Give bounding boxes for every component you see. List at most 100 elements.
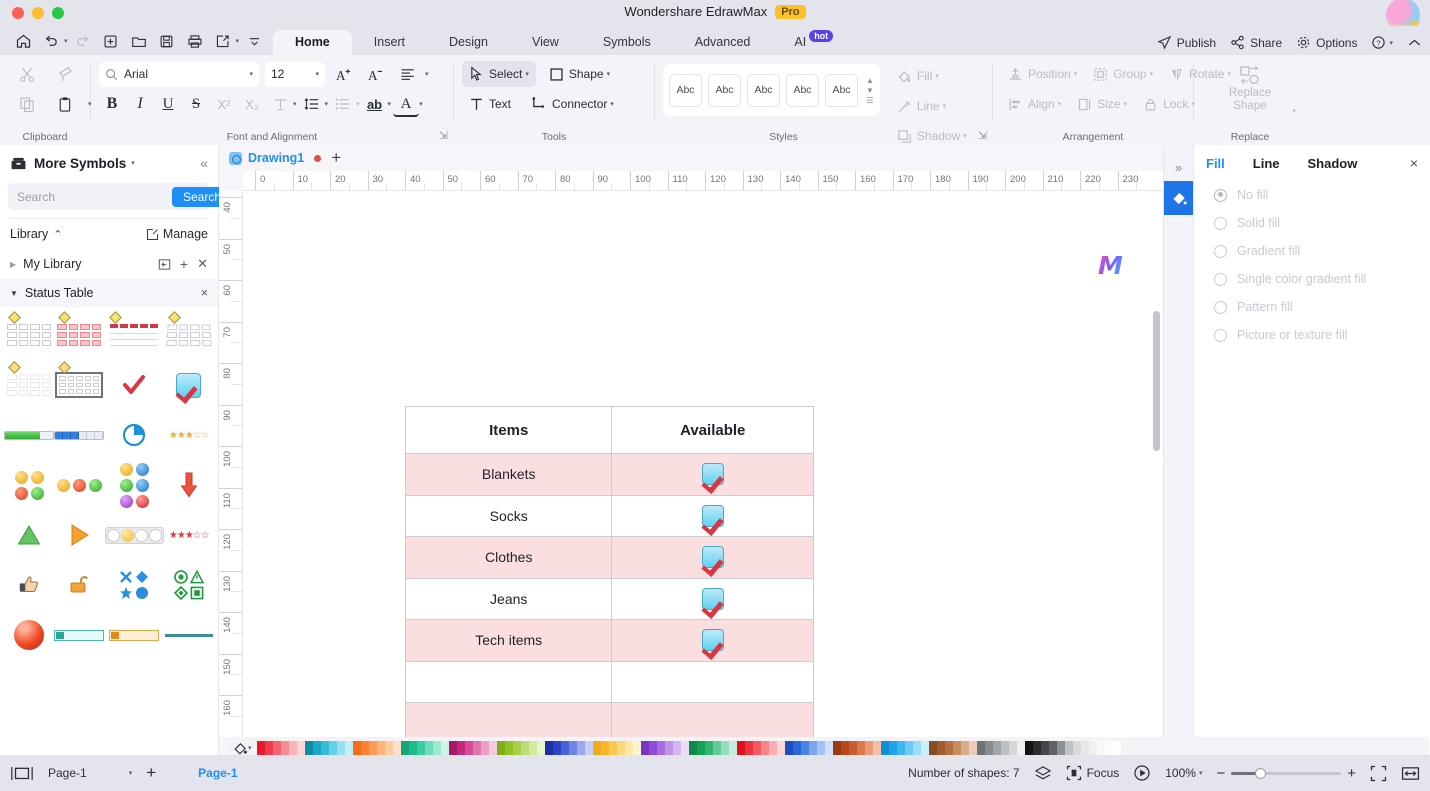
symbol-thumbs-up[interactable]	[4, 563, 54, 607]
symbol-table-plain[interactable]	[4, 313, 54, 357]
color-swatch[interactable]	[536, 740, 545, 756]
text-style-icon[interactable]	[267, 91, 293, 117]
color-swatch[interactable]	[432, 740, 441, 756]
symbol-progress-green[interactable]	[4, 413, 55, 457]
zoom-level-selector[interactable]: 100% ▾	[1165, 766, 1202, 780]
checkbox-checked-icon[interactable]	[701, 587, 724, 610]
font-color-button[interactable]: A	[393, 95, 420, 117]
text-style-caret-icon[interactable]: ▾	[293, 100, 297, 108]
color-swatch[interactable]	[320, 740, 329, 756]
color-swatch[interactable]	[856, 740, 865, 756]
page-selector[interactable]: Page-1 ▾	[48, 766, 132, 780]
replace-shape-caret-icon[interactable]: ▾	[1292, 107, 1296, 115]
search-input[interactable]	[17, 189, 172, 204]
table-cell-item[interactable]	[404, 702, 613, 737]
bold-button[interactable]: B	[99, 91, 125, 117]
radio-icon[interactable]	[1214, 328, 1227, 342]
manage-library-button[interactable]: Manage	[146, 227, 208, 241]
color-swatch[interactable]	[944, 740, 953, 756]
symbol-traffic-3[interactable]	[54, 463, 104, 507]
table-row[interactable]: Clothes	[404, 536, 814, 579]
library-collapse-icon[interactable]: ⌃	[53, 228, 62, 241]
collapse-triangle-icon[interactable]: ▼	[10, 289, 18, 298]
style-swatch[interactable]: Abc	[708, 73, 741, 107]
color-swatch[interactable]	[656, 740, 665, 756]
color-swatch[interactable]	[792, 740, 801, 756]
print-icon[interactable]	[182, 30, 208, 52]
symbol-moon-phases[interactable]	[104, 513, 164, 557]
add-library-icon[interactable]: +	[180, 256, 188, 272]
play-icon[interactable]	[1133, 764, 1151, 782]
color-swatch[interactable]	[984, 740, 993, 756]
color-swatch[interactable]	[920, 740, 929, 756]
connector-tool-button[interactable]: Connector ▾	[524, 91, 621, 117]
color-swatch[interactable]	[1016, 740, 1025, 756]
color-swatch[interactable]	[280, 740, 289, 756]
color-swatch[interactable]	[608, 740, 617, 756]
color-swatch[interactable]	[600, 740, 609, 756]
collapse-ribbon-button[interactable]	[1407, 37, 1422, 49]
symbol-table-red[interactable]	[54, 313, 104, 357]
page-selector-caret-icon[interactable]: ▾	[129, 769, 133, 777]
symbol-bar-teal[interactable]	[54, 613, 105, 657]
color-swatch[interactable]	[1080, 740, 1089, 756]
color-swatch[interactable]	[776, 740, 785, 756]
color-swatch[interactable]	[736, 740, 745, 756]
color-swatch[interactable]	[496, 740, 505, 756]
list-caret-icon[interactable]: ▾	[356, 100, 360, 108]
paragraph-align-icon[interactable]	[395, 61, 421, 87]
color-swatch[interactable]	[1008, 740, 1017, 756]
color-swatch[interactable]	[928, 740, 937, 756]
color-swatch[interactable]	[632, 740, 641, 756]
table-cell-available[interactable]	[611, 536, 814, 579]
symbol-red-sphere[interactable]	[4, 613, 54, 657]
new-tab-button[interactable]: +	[331, 149, 341, 166]
color-swatch[interactable]	[552, 740, 561, 756]
fill-option-pattern[interactable]: Pattern fill	[1194, 293, 1430, 321]
zoom-knob[interactable]	[1255, 767, 1267, 779]
palette-fill-tool[interactable]: ▾	[230, 741, 255, 756]
page-tab-page-1[interactable]: Page-1	[198, 766, 237, 780]
align-caret-icon[interactable]: ▾	[1058, 100, 1062, 108]
fit-width-icon[interactable]	[1401, 765, 1420, 782]
color-swatch[interactable]	[544, 740, 553, 756]
zoom-slider[interactable]: − +	[1216, 765, 1356, 782]
style-gallery-spinner[interactable]: ▲ ▼ ☰	[866, 76, 874, 105]
color-swatch[interactable]	[1000, 740, 1009, 756]
color-swatch[interactable]	[400, 740, 409, 756]
checkbox-checked-icon[interactable]	[701, 504, 724, 527]
radio-icon[interactable]	[1214, 244, 1227, 258]
fill-caret-icon[interactable]: ▾	[935, 72, 939, 80]
table-header-cell[interactable]: Available	[611, 406, 814, 454]
size-button[interactable]: Size ▾	[1070, 91, 1134, 117]
table-cell-available[interactable]	[611, 494, 814, 537]
line-spacing-caret-icon[interactable]: ▾	[325, 100, 329, 108]
color-swatch[interactable]	[880, 740, 889, 756]
color-swatch[interactable]	[312, 740, 321, 756]
table-cell-item[interactable]: Socks	[404, 494, 613, 537]
symbol-stars-red[interactable]: ★★★☆☆	[164, 513, 214, 557]
subscript-button[interactable]: X₂	[239, 91, 265, 117]
fill-option-picture[interactable]: Picture or texture fill	[1194, 321, 1430, 349]
tab-advanced[interactable]: Advanced	[673, 30, 773, 55]
table-row[interactable]: Jeans	[404, 577, 814, 620]
position-caret-icon[interactable]: ▾	[1074, 70, 1078, 78]
color-swatch[interactable]	[504, 740, 513, 756]
color-swatch[interactable]	[352, 740, 361, 756]
color-swatch[interactable]	[584, 740, 593, 756]
horizontal-ruler[interactable]: 0 10 20 30 40 50 60 70 80 90 100 110 120 130 140 150 160…	[243, 171, 1163, 191]
color-swatch[interactable]	[952, 740, 961, 756]
color-swatch[interactable]	[744, 740, 753, 756]
help-button[interactable]: ? ▾	[1371, 35, 1393, 50]
zoom-caret-icon[interactable]: ▾	[1199, 769, 1203, 777]
symbol-unlock-orange[interactable]	[54, 563, 104, 607]
styles-dialog-launcher[interactable]: ⇲	[978, 129, 987, 142]
color-swatch[interactable]	[616, 740, 625, 756]
color-swatch[interactable]	[784, 740, 793, 756]
text-tool-button[interactable]: Text	[462, 91, 518, 117]
color-swatch[interactable]	[768, 740, 777, 756]
home-icon[interactable]	[10, 30, 36, 52]
symbol-table-faded[interactable]	[4, 363, 54, 407]
color-swatch[interactable]	[816, 740, 825, 756]
color-swatch[interactable]	[848, 740, 857, 756]
